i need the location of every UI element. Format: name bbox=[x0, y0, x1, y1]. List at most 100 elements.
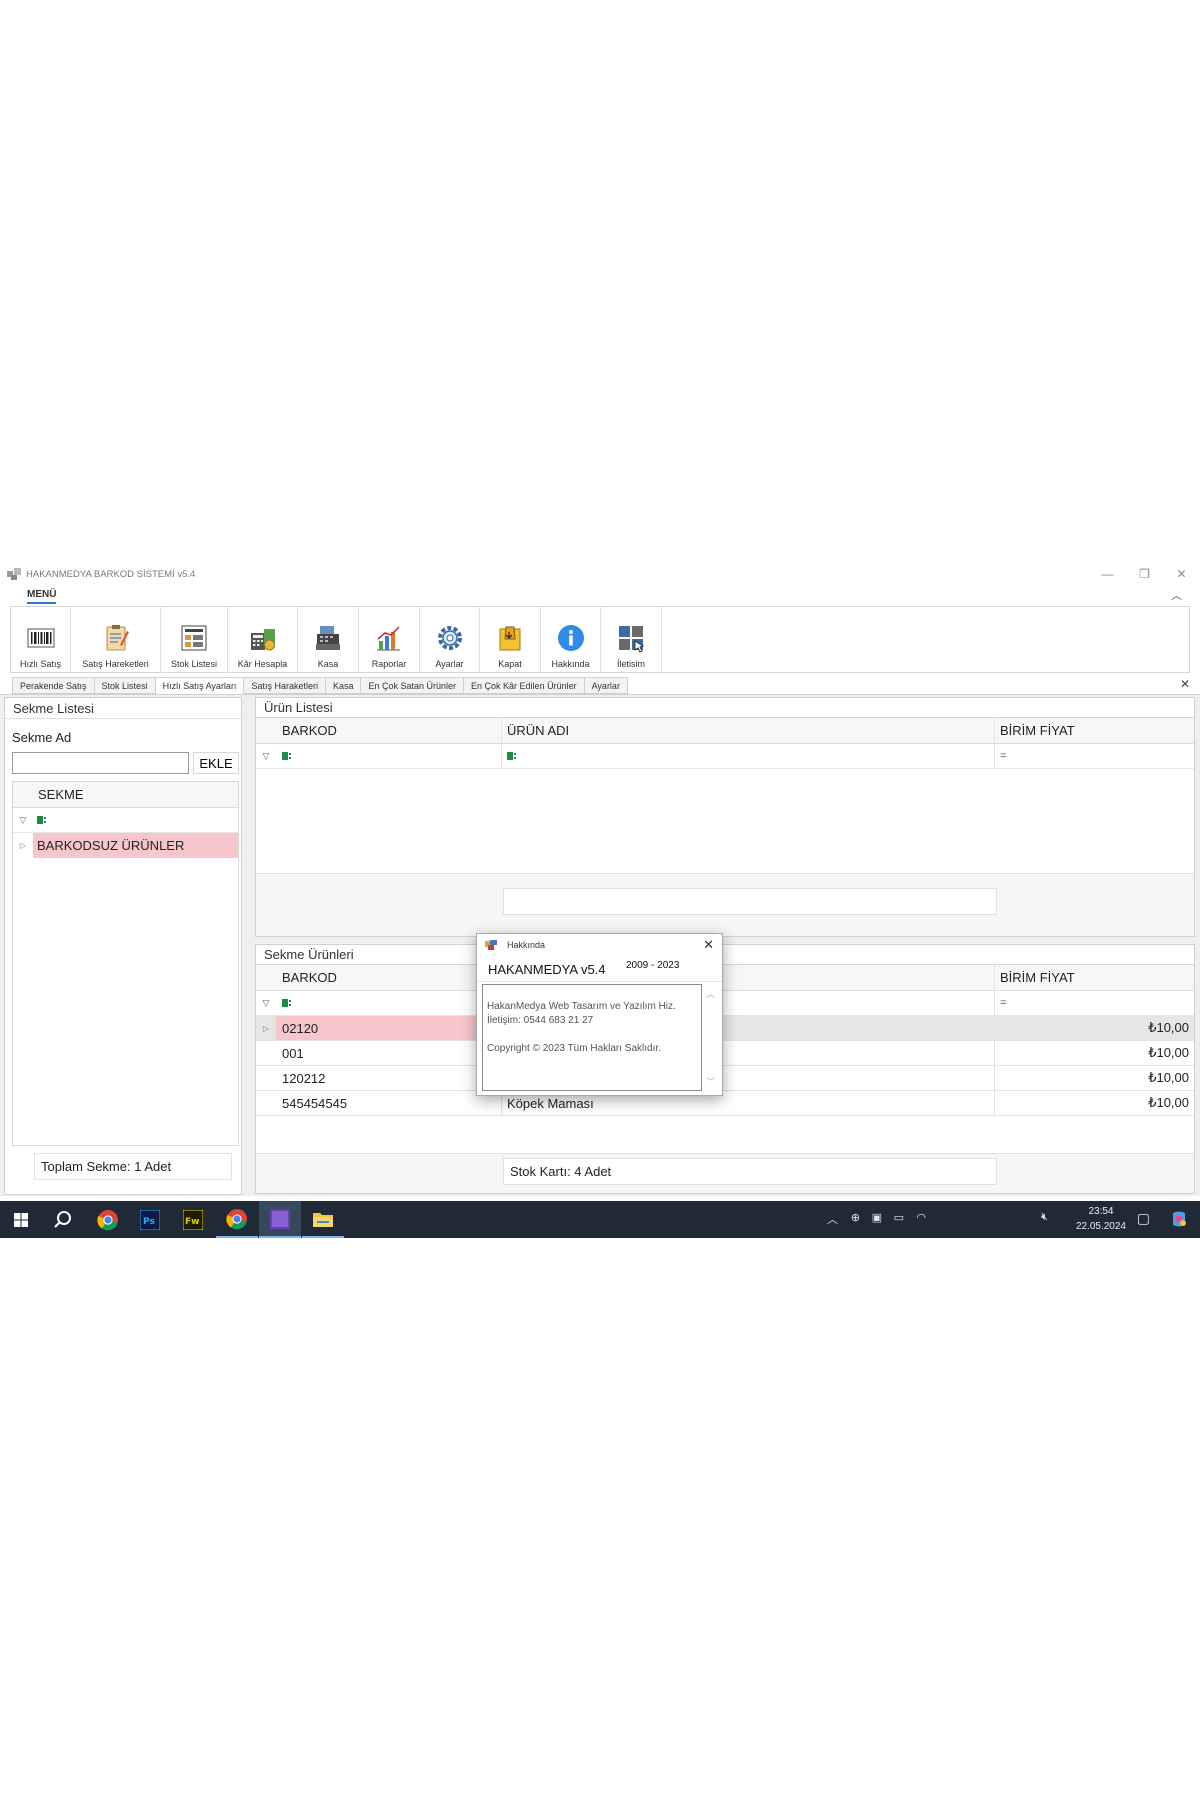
grid-header: BARKOD ÜRÜN ADI BİRİM FİYAT bbox=[256, 965, 1194, 991]
taskbar-visual-studio-button[interactable] bbox=[259, 1201, 301, 1238]
taskbar-chrome-button[interactable] bbox=[87, 1201, 129, 1238]
copyright-years: 2009 - 2023 bbox=[626, 960, 680, 971]
money-calculator-icon bbox=[250, 629, 275, 651]
settings-button[interactable]: Ayarlar bbox=[420, 607, 480, 673]
product-count-footer bbox=[503, 888, 997, 915]
birim-fiyat-cell[interactable]: ₺10,00 bbox=[995, 1041, 1194, 1065]
profit-calc-button[interactable]: Kâr Hesapla bbox=[228, 607, 298, 673]
birim-fiyat-cell[interactable]: ₺10,00 bbox=[995, 1016, 1194, 1040]
filter-cell[interactable]: = bbox=[995, 991, 1194, 1015]
ribbon-label: Satış Hareketleri bbox=[82, 659, 149, 669]
add-tab-button[interactable]: EKLE bbox=[193, 752, 239, 774]
row-expand-icon[interactable]: ▷ bbox=[13, 833, 33, 858]
tab-list-panel: Sekme Listesi Sekme Ad EKLE SEKME ▽ ▷ BA… bbox=[4, 697, 242, 1195]
close-app-button[interactable]: Kapat bbox=[480, 607, 541, 673]
barkod-cell[interactable]: 545454545 bbox=[276, 1091, 502, 1115]
battery-icon[interactable]: ▭ bbox=[894, 1211, 904, 1224]
restore-button[interactable]: ❐ bbox=[1126, 563, 1163, 585]
clock-date: 22.05.2024 bbox=[1075, 1221, 1126, 1232]
scroll-down-icon[interactable]: ﹀ bbox=[706, 1075, 715, 1088]
filter-cell[interactable] bbox=[276, 744, 502, 768]
tab-en-cok-kar[interactable]: En Çok Kâr Edilen Ürünler bbox=[464, 677, 585, 694]
copilot-icon[interactable] bbox=[1170, 1210, 1188, 1231]
app-screen: HAKANMEDYA BARKOD SİSTEMİ v5.4 — ❐ ✕ MEN… bbox=[0, 563, 1200, 1238]
birim-fiyat-cell[interactable]: ₺10,00 bbox=[995, 1091, 1194, 1115]
column-header-sekme[interactable]: SEKME bbox=[33, 782, 238, 807]
contact-icon bbox=[619, 626, 645, 653]
tab-row-cell[interactable]: BARKODSUZ ÜRÜNLER bbox=[33, 833, 238, 858]
about-dialog: Hakkında ✕ HAKANMEDYA v5.4 2009 - 2023 H… bbox=[476, 933, 723, 1096]
tab-stok-listesi[interactable]: Stok Listesi bbox=[94, 677, 156, 694]
tab-perakende-satis[interactable]: Perakende Satış bbox=[12, 677, 95, 694]
taskbar-fireworks-button[interactable]: Fw bbox=[172, 1201, 214, 1238]
tab-hizli-satis-ayarlari[interactable]: Hızlı Satış Ayarları bbox=[155, 677, 245, 694]
dialog-close-button[interactable]: ✕ bbox=[703, 937, 714, 953]
fireworks-icon: Fw bbox=[183, 1209, 203, 1230]
show-hidden-icons-icon[interactable]: ︿ bbox=[827, 1211, 838, 1227]
filter-cell[interactable] bbox=[33, 808, 238, 832]
minimize-button[interactable]: — bbox=[1089, 563, 1126, 585]
tab-satis-haraketleri[interactable]: Satış Haraketleri bbox=[244, 677, 326, 694]
scroll-up-icon[interactable]: ︿ bbox=[706, 987, 715, 1000]
sales-movements-button[interactable]: Satış Hareketleri bbox=[71, 607, 161, 673]
contact-button[interactable]: İletisim bbox=[601, 607, 662, 673]
tab-name-input[interactable] bbox=[12, 752, 189, 774]
volume-muted-icon[interactable]: 🔇︎ bbox=[1041, 1211, 1048, 1224]
grid-header: BARKOD ÜRÜN ADI BİRİM FİYAT bbox=[256, 718, 1194, 744]
company-line: HakanMedya Web Tasarım ve Yazılım Hiz. bbox=[487, 1001, 676, 1012]
quick-sale-button[interactable]: Hızlı Satış bbox=[11, 607, 71, 673]
tab-kasa[interactable]: Kasa bbox=[325, 677, 362, 694]
taskbar-clock[interactable]: 23:54 22.05.2024 bbox=[1076, 1204, 1126, 1234]
about-text-box[interactable]: HakanMedya Web Tasarım ve Yazılım Hiz. İ… bbox=[482, 984, 702, 1091]
table-row[interactable]: ▷ BARKODSUZ ÜRÜNLER bbox=[13, 833, 238, 858]
taskbar-search-button[interactable] bbox=[42, 1201, 84, 1238]
ribbon-label: Kasa bbox=[317, 659, 339, 669]
taskbar-chrome-active-button[interactable] bbox=[216, 1201, 258, 1238]
close-tab-icon[interactable]: ✕ bbox=[1180, 677, 1190, 691]
notifications-icon[interactable]: ▢ bbox=[1137, 1210, 1150, 1227]
stock-list-button[interactable]: Stok Listesi bbox=[161, 607, 228, 673]
taskbar-explorer-button[interactable] bbox=[302, 1201, 344, 1238]
table-row[interactable]: 120212 Kedi Maması ₺10,00 bbox=[256, 1066, 1194, 1091]
display-icon[interactable]: ▣ bbox=[872, 1211, 882, 1224]
column-header-barkod[interactable]: BARKOD bbox=[276, 965, 502, 990]
clipboard-pencil-icon bbox=[106, 625, 129, 651]
birim-fiyat-cell[interactable]: ₺10,00 bbox=[995, 1066, 1194, 1090]
svg-text:Fw: Fw bbox=[185, 1217, 199, 1227]
about-button[interactable]: Hakkında bbox=[541, 607, 601, 673]
table-row[interactable]: 545454545 Köpek Maması ₺10,00 bbox=[256, 1091, 1194, 1116]
taskbar: Ps Fw ︿ ⊕ ▣ ▭ ◠ 🔇︎ 23:54 22.05.2024 ▢ bbox=[0, 1201, 1200, 1238]
filter-icon[interactable]: ▽ bbox=[263, 751, 270, 762]
taskbar-photoshop-button[interactable]: Ps bbox=[129, 1201, 171, 1238]
filter-icon[interactable]: ▽ bbox=[263, 998, 270, 1009]
close-window-button[interactable]: ✕ bbox=[1163, 563, 1200, 585]
table-row[interactable]: ▷ 02120 0.5 Su ₺10,00 bbox=[256, 1016, 1194, 1041]
filter-cell[interactable] bbox=[502, 744, 995, 768]
windows-start-button[interactable] bbox=[0, 1201, 42, 1238]
barkod-cell[interactable]: 02120 bbox=[276, 1016, 502, 1040]
menu-tab[interactable]: MENÜ bbox=[27, 589, 57, 604]
column-header-urun-adi[interactable]: ÜRÜN ADI bbox=[502, 718, 995, 743]
filter-cell[interactable] bbox=[276, 991, 502, 1015]
cash-register-button[interactable]: Kasa bbox=[298, 607, 359, 673]
panel-title: Ürün Listesi bbox=[264, 700, 333, 715]
ribbon-label: Kapat bbox=[498, 659, 522, 669]
column-header-birim-fiyat[interactable]: BİRİM FİYAT bbox=[995, 718, 1194, 743]
vertical-scrollbar[interactable]: ︿ ﹀ bbox=[703, 984, 718, 1091]
filter-icon[interactable]: ▽ bbox=[20, 815, 27, 826]
tab-en-cok-satan[interactable]: En Çok Satan Ürünler bbox=[361, 677, 465, 694]
filter-cell[interactable]: = bbox=[995, 744, 1194, 768]
column-header-birim-fiyat[interactable]: BİRİM FİYAT bbox=[995, 965, 1194, 990]
tab-ayarlar[interactable]: Ayarlar bbox=[584, 677, 628, 694]
table-row[interactable]: 001 HAKANMEDYA TEST ₺10,00 bbox=[256, 1041, 1194, 1066]
barkod-cell[interactable]: 001 bbox=[276, 1041, 502, 1065]
collapse-ribbon-icon[interactable]: ︿ bbox=[1171, 587, 1182, 603]
barkod-cell[interactable]: 120212 bbox=[276, 1066, 502, 1090]
tab-products-panel: Sekme Ürünleri BARKOD ÜRÜN ADI BİRİM FİY… bbox=[255, 944, 1195, 1194]
reports-button[interactable]: Raporlar bbox=[359, 607, 420, 673]
wifi-icon[interactable]: ◠ bbox=[916, 1211, 926, 1224]
network-adapter-icon[interactable]: ⊕ bbox=[851, 1211, 860, 1224]
svg-text:Ps: Ps bbox=[143, 1217, 155, 1227]
column-header-barkod[interactable]: BARKOD bbox=[276, 718, 502, 743]
row-expand-icon[interactable]: ▷ bbox=[256, 1016, 276, 1040]
